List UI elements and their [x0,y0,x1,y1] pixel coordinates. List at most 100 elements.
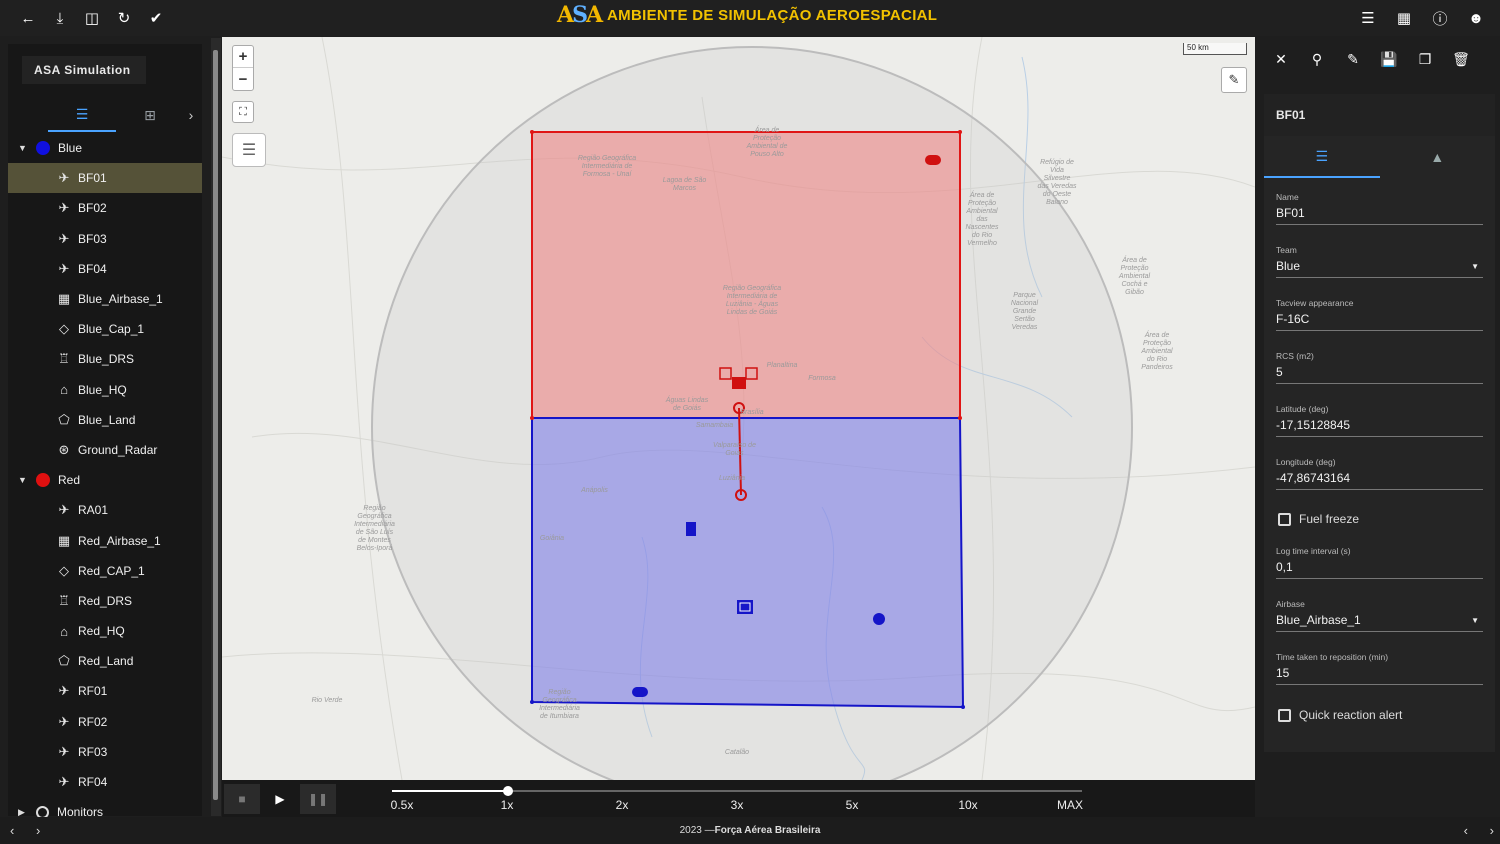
chevron-right-icon[interactable]: › [184,98,198,132]
list-icon[interactable]: ☰ [1358,8,1378,28]
tree-item[interactable]: ✈ RF02 [8,707,202,737]
fullscreen-button[interactable]: ⛶ [232,101,254,123]
zoom-out-button[interactable]: − [233,68,253,90]
field-value[interactable]: -47,86743164 [1276,471,1483,489]
field-team[interactable]: Team Blue ▼ [1276,245,1483,278]
speed-option[interactable]: 3x [731,798,744,812]
play-button[interactable]: ▶ [262,784,298,814]
field-rcs-m2[interactable]: RCS (m2) 5 [1276,351,1483,384]
tree-item[interactable]: ▦ Red_Airbase_1 [8,525,202,555]
tree-item[interactable]: ⌂ Blue_HQ [8,375,202,405]
tree-item[interactable]: ◇ Blue_Cap_1 [8,314,202,344]
red-airbase-marker[interactable] [732,377,746,389]
fuel-freeze-checkbox[interactable]: Fuel freeze [1278,512,1359,526]
caret-down-icon[interactable]: ▼ [18,475,30,485]
tree-item[interactable]: ♖ Blue_DRS [8,344,202,374]
field-tacview-appearance[interactable]: Tacview appearance F-16C [1276,298,1483,331]
tree-item[interactable]: ✈ RF01 [8,676,202,706]
field-value[interactable]: Blue [1276,259,1483,277]
blue-zone[interactable] [531,417,965,709]
speed-option[interactable]: 2x [616,798,629,812]
tree-item[interactable]: ⊛ Ground_Radar [8,435,202,465]
delete-icon[interactable]: 🗑 [1452,49,1470,69]
field-value[interactable]: Blue_Airbase_1 [1276,613,1483,631]
table-icon[interactable]: ▦ [1394,8,1414,28]
field-value[interactable]: -17,15128845 [1276,418,1483,436]
speed-option[interactable]: 5x [846,798,859,812]
dropdown-arrow-icon[interactable]: ▼ [1471,616,1479,625]
aircraft-icon: ✈ [58,683,70,699]
field-value[interactable]: F-16C [1276,312,1483,330]
check-icon[interactable]: ✔ [146,8,166,28]
help-icon[interactable]: ⓘ [1430,8,1450,28]
download-icon[interactable]: ⤓ [50,8,70,28]
sidebar-scrollbar[interactable] [211,38,221,816]
tree-item[interactable]: ✈ BF01 [8,163,202,194]
measure-button[interactable]: ✎ [1221,67,1247,93]
chevron-left-icon[interactable]: ‹ [1464,823,1468,838]
chevron-right-icon[interactable]: › [36,823,40,838]
tree-item[interactable]: ✈ RA01 [8,495,202,525]
field-log-time-interval-s[interactable]: Log time interval (s) 0,1 [1276,546,1483,579]
zoom-in-button[interactable]: + [233,46,253,68]
tree-item[interactable]: ▦ Blue_Airbase_1 [8,284,202,314]
tree-tab[interactable]: ☰ [48,98,116,132]
field-latitude-deg[interactable]: Latitude (deg) -17,15128845 [1276,404,1483,437]
field-value[interactable]: 5 [1276,365,1483,383]
copy-icon[interactable]: ❐ [1416,49,1434,69]
world-refresh-icon[interactable]: ↻ [114,8,134,28]
group-red[interactable]: ▼ Red [8,465,202,495]
edit-icon[interactable]: ✎ [1344,49,1362,69]
speed-slider[interactable] [392,786,1082,796]
tree-item[interactable]: ✈ BF04 [8,254,202,284]
speed-slider-knob[interactable] [503,786,513,796]
arrow-left-icon[interactable]: ← [18,8,38,28]
speed-option[interactable]: 10x [958,798,977,812]
checkbox-box[interactable] [1278,512,1291,526]
chevron-left-icon[interactable]: ‹ [10,823,14,838]
red-hq-marker[interactable] [925,155,941,165]
speed-option[interactable]: 0.5x [391,798,414,812]
ground-radar-marker[interactable] [873,613,885,625]
chevron-right-icon[interactable]: › [1490,823,1494,838]
field-longitude-deg[interactable]: Longitude (deg) -47,86743164 [1276,457,1483,490]
dropdown-arrow-icon[interactable]: ▼ [1471,262,1479,271]
tree-item[interactable]: ⬠ Blue_Land [8,405,202,435]
field-value[interactable]: BF01 [1276,206,1483,224]
map-view[interactable]: Região Geográfica Intermediária de Formo… [222,37,1255,780]
layers-button[interactable]: ☰ [232,133,266,167]
hierarchy-tab[interactable]: ▲ [1380,136,1496,178]
blue-airbase-marker[interactable] [737,600,753,614]
field-name[interactable]: Name BF01 [1276,192,1483,225]
tree-item[interactable]: ✈ RF03 [8,737,202,767]
quick-reaction-checkbox[interactable]: Quick reaction alert [1278,708,1402,722]
add-entity-tab[interactable]: ⊞ [116,98,184,132]
scrollbar-thumb[interactable] [213,50,218,800]
stop-button[interactable]: ■ [224,784,260,814]
tree-item[interactable]: ♖ Red_DRS [8,586,202,616]
account-icon[interactable]: ☻ [1466,8,1486,28]
field-time-taken-to-reposition-min[interactable]: Time taken to reposition (min) 15 [1276,652,1483,685]
speed-option[interactable]: 1x [501,798,514,812]
pause-button[interactable]: ❚❚ [300,784,336,814]
properties-tab[interactable]: ☰ [1264,136,1380,178]
speed-option[interactable]: MAX [1057,798,1083,812]
tree-item[interactable]: ✈ RF04 [8,767,202,797]
tree-item[interactable]: ✈ BF03 [8,224,202,254]
close-icon[interactable]: ✕ [1272,49,1290,69]
tree-item[interactable]: ✈ BF02 [8,193,202,223]
save-icon[interactable]: 💾 [1380,49,1398,69]
group-blue[interactable]: ▼ Blue [8,133,202,163]
field-value[interactable]: 0,1 [1276,560,1483,578]
tree-item[interactable]: ⬠ Red_Land [8,646,202,676]
search-doc-icon[interactable]: ⚲ [1308,49,1326,69]
field-value[interactable]: 15 [1276,666,1483,684]
checkbox-box[interactable] [1278,708,1291,722]
field-airbase[interactable]: Airbase Blue_Airbase_1 ▼ [1276,599,1483,632]
tree-item[interactable]: ◇ Red_CAP_1 [8,556,202,586]
caret-down-icon[interactable]: ▼ [18,143,30,153]
blue-drs-marker[interactable] [686,522,696,536]
blue-hq-marker[interactable] [632,687,648,697]
database-sync-icon[interactable]: ◫ [82,8,102,28]
tree-item[interactable]: ⌂ Red_HQ [8,616,202,646]
